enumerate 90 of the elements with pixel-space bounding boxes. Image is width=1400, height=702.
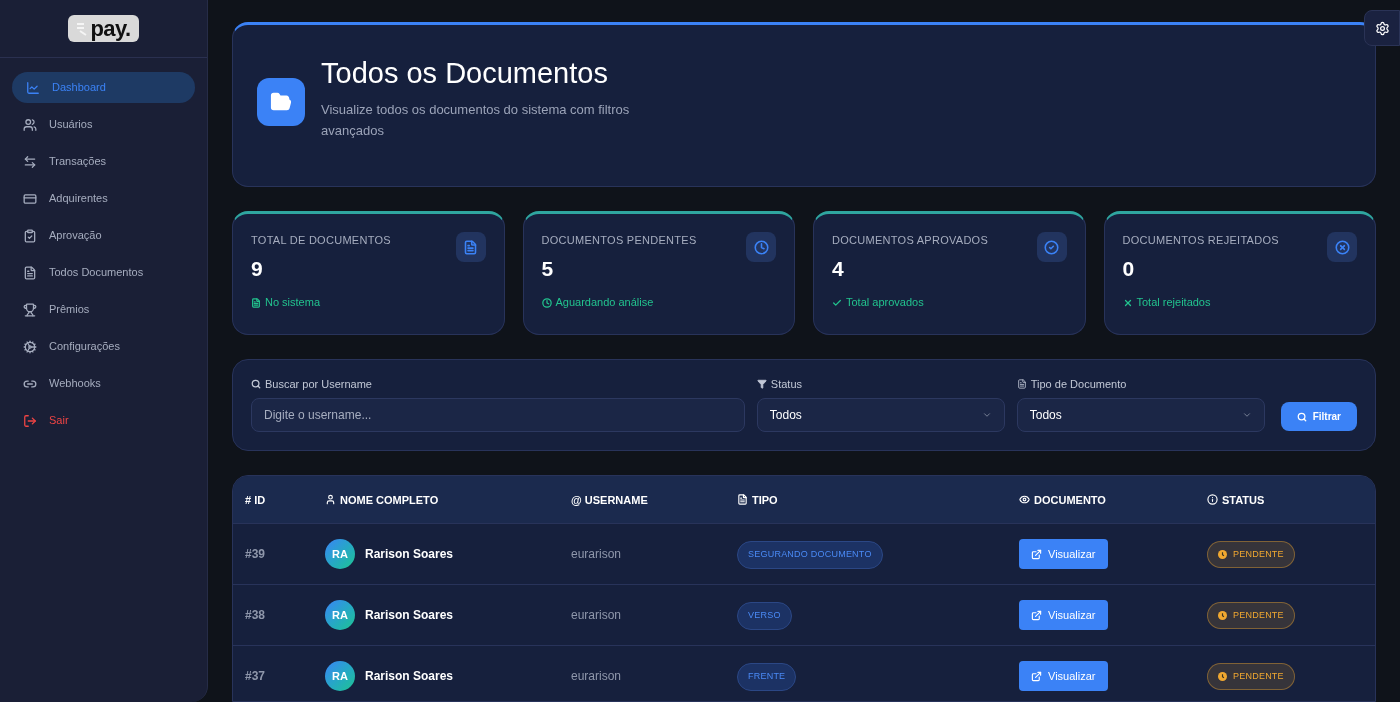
filter-icon bbox=[756, 379, 767, 390]
note-icon bbox=[832, 297, 842, 308]
nav-icon bbox=[23, 265, 37, 280]
stat-icon bbox=[1036, 232, 1067, 263]
note-icon bbox=[251, 297, 261, 308]
name-cell-text: Rarison Soares bbox=[365, 668, 454, 686]
id-cell-text: #39 bbox=[245, 546, 267, 564]
view-button[interactable]: Visualizar bbox=[1019, 600, 1108, 631]
nav-icon bbox=[23, 413, 37, 428]
status-badge: PENDENTE bbox=[1207, 662, 1295, 691]
page-subtitle: Visualize todos os documentos do sistema com filtros avançados bbox=[321, 100, 631, 140]
search-icon bbox=[1296, 411, 1307, 422]
note-icon bbox=[1122, 297, 1133, 308]
page-title: Todos os Documentos bbox=[321, 55, 609, 91]
field-label: Tipo de Documento bbox=[1030, 376, 1127, 392]
sidebar-item[interactable]: Configurações bbox=[12, 331, 195, 362]
stat-label: DOCUMENTOS APROVADOS bbox=[832, 233, 989, 249]
type-badge: SEGURANDO DOCUMENTO bbox=[737, 541, 883, 569]
stat-note: Aguardando análise bbox=[555, 295, 654, 311]
column-icon bbox=[737, 494, 748, 506]
column-header: NOME COMPLETO bbox=[340, 492, 439, 508]
sidebar-item[interactable]: Adquirentes bbox=[12, 183, 195, 214]
stat-value: 0 bbox=[1122, 255, 1136, 282]
nav-icon bbox=[23, 302, 37, 317]
logo: pay. bbox=[68, 15, 139, 42]
column-header: TIPO bbox=[752, 492, 778, 508]
username-cell-text: eurarison bbox=[571, 668, 623, 686]
column-icon bbox=[325, 494, 336, 506]
stat-value: 9 bbox=[251, 255, 264, 282]
nav-icon bbox=[23, 339, 37, 354]
id-cell-text: #37 bbox=[245, 668, 267, 686]
view-button[interactable]: Visualizar bbox=[1019, 661, 1108, 692]
sidebar-item[interactable]: Usuários bbox=[12, 109, 195, 140]
stat-note: Total aprovados bbox=[846, 295, 924, 311]
logo-mark-icon bbox=[76, 21, 89, 36]
sidebar-item[interactable]: Aprovação bbox=[12, 220, 195, 251]
field-label: Buscar por Username bbox=[265, 376, 372, 392]
stat-icon bbox=[746, 232, 776, 263]
stat-note: Total rejeitados bbox=[1136, 295, 1211, 311]
nav-icon bbox=[23, 191, 37, 206]
stat-icon bbox=[1327, 232, 1357, 263]
nav-icon bbox=[23, 228, 37, 243]
filter-button[interactable]: Filtrar bbox=[1280, 402, 1357, 432]
avatar: RA bbox=[325, 600, 355, 631]
external-link-icon bbox=[1031, 609, 1042, 621]
nav-icon bbox=[23, 154, 37, 169]
nav-icon bbox=[26, 80, 40, 95]
status-badge: PENDENTE bbox=[1207, 540, 1295, 569]
column-icon bbox=[1019, 494, 1030, 506]
external-link-icon bbox=[1031, 548, 1042, 560]
column-header: # ID bbox=[245, 492, 266, 508]
stat-note: No sistema bbox=[265, 295, 321, 311]
stat-value: 5 bbox=[541, 255, 555, 282]
name-cell-text: Rarison Soares bbox=[365, 546, 454, 564]
nav-icon bbox=[23, 117, 37, 132]
external-link-icon bbox=[1031, 670, 1042, 682]
document-icon bbox=[1016, 379, 1027, 390]
note-icon bbox=[541, 297, 552, 308]
type-badge: VERSO bbox=[737, 602, 792, 630]
username-cell-text: eurarison bbox=[571, 546, 623, 564]
type-badge: FRENTE bbox=[737, 663, 797, 691]
column-icon bbox=[1207, 494, 1218, 506]
sidebar-item[interactable]: Webhooks bbox=[12, 368, 195, 399]
sidebar-item[interactable]: Prêmios bbox=[12, 294, 195, 325]
column-header: DOCUMENTO bbox=[1034, 492, 1106, 508]
avatar: RA bbox=[325, 661, 355, 692]
column-header: STATUS bbox=[1222, 492, 1265, 508]
view-button[interactable]: Visualizar bbox=[1019, 539, 1108, 570]
status-badge: PENDENTE bbox=[1207, 601, 1295, 630]
username-cell-text: eurarison bbox=[571, 607, 623, 625]
folder-icon bbox=[257, 77, 305, 126]
settings-button[interactable] bbox=[1364, 10, 1400, 46]
status-select[interactable]: Todos bbox=[756, 398, 1005, 433]
settings-icon bbox=[1374, 20, 1390, 36]
name-cell-text: Rarison Soares bbox=[365, 607, 454, 625]
sidebar-item[interactable]: Sair bbox=[12, 405, 195, 436]
stat-label: DOCUMENTOS REJEITADOS bbox=[1122, 233, 1279, 249]
field-label: Status bbox=[770, 376, 802, 392]
sidebar-item[interactable]: Transações bbox=[12, 146, 195, 177]
column-header: @ USERNAME bbox=[571, 492, 648, 508]
stat-icon bbox=[455, 232, 486, 263]
stat-value: 4 bbox=[832, 255, 845, 282]
sidebar-item[interactable]: Todos Documentos bbox=[12, 257, 195, 288]
username-field[interactable]: Digite o username... bbox=[251, 398, 745, 433]
type-select[interactable]: Todos bbox=[1016, 398, 1265, 433]
search-icon bbox=[251, 379, 261, 390]
stat-label: DOCUMENTOS PENDENTES bbox=[541, 233, 697, 249]
stat-label: TOTAL DE DOCUMENTOS bbox=[251, 233, 391, 249]
id-cell-text: #38 bbox=[245, 607, 267, 625]
avatar: RA bbox=[325, 539, 355, 570]
